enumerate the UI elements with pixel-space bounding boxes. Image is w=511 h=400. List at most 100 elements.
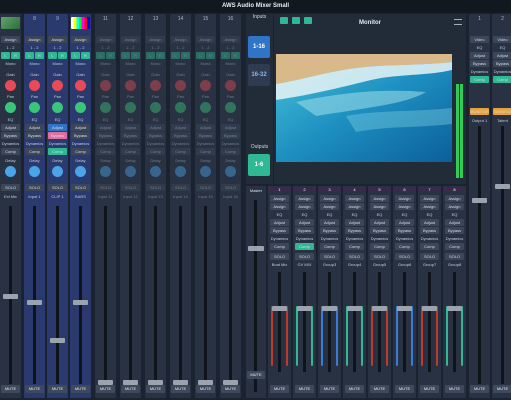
comp-button[interactable]: Comp: [270, 243, 289, 250]
solo-button[interactable]: SOLO: [420, 253, 439, 260]
mute-button[interactable]: MUTE: [395, 385, 414, 393]
eq-bypass-button[interactable]: Bypass: [96, 132, 115, 139]
eq-bypass-button[interactable]: Bypass: [1, 132, 20, 139]
solo-button[interactable]: SOLO: [121, 184, 140, 191]
eq-adjust-button[interactable]: Adjust: [493, 52, 511, 59]
solo-button[interactable]: SOLO: [320, 253, 339, 260]
assign-button-2[interactable]: Assign: [345, 203, 364, 210]
mute-button[interactable]: MUTE: [48, 385, 67, 393]
bank-1-16-button[interactable]: 1-16: [248, 36, 270, 58]
mono-toggle[interactable]: Mono: [195, 61, 216, 66]
delay-knob[interactable]: [100, 166, 111, 177]
comp-button[interactable]: Comp: [196, 148, 215, 155]
assign-button[interactable]: Assign: [71, 36, 90, 43]
pan-knob[interactable]: [200, 102, 211, 113]
channel-fader[interactable]: [3, 294, 18, 299]
outputs-1-6-button[interactable]: 1-6: [248, 154, 270, 176]
eq-bypass-button[interactable]: Bypass: [295, 227, 314, 234]
gain-knob[interactable]: [75, 80, 86, 91]
eq-adjust-button[interactable]: Adjust: [345, 219, 364, 226]
mute-button[interactable]: MUTE: [320, 385, 339, 393]
eq-bypass-button[interactable]: Bypass: [320, 227, 339, 234]
bus-selector[interactable]: 1 - 2: [47, 45, 68, 50]
pan-knob[interactable]: [225, 102, 236, 113]
mute-button[interactable]: MUTE: [493, 385, 511, 393]
left-button[interactable]: L: [196, 52, 205, 59]
assign-button[interactable]: Assign: [96, 36, 115, 43]
delay-knob[interactable]: [225, 166, 236, 177]
eq-bypass-button[interactable]: Bypass: [345, 227, 364, 234]
gain-knob[interactable]: [125, 80, 136, 91]
pan-knob[interactable]: [29, 102, 40, 113]
mono-toggle[interactable]: Mono: [47, 61, 68, 66]
eq-adjust-button[interactable]: Adjust: [196, 124, 215, 131]
bus-selector[interactable]: 1 - 2: [24, 45, 45, 50]
bus-selector[interactable]: 1 - 2: [95, 45, 116, 50]
mute-button[interactable]: MUTE: [270, 385, 289, 393]
comp-button[interactable]: Comp: [146, 148, 165, 155]
solo-button[interactable]: SOLO: [370, 253, 389, 260]
pan-knob[interactable]: [175, 102, 186, 113]
right-button[interactable]: R: [181, 52, 190, 59]
assign-button-2[interactable]: Assign: [295, 203, 314, 210]
right-button[interactable]: R: [131, 52, 140, 59]
pan-knob[interactable]: [100, 102, 111, 113]
mono-toggle[interactable]: Mono: [120, 61, 141, 66]
comp-button[interactable]: Comp: [420, 243, 439, 250]
assign-button-2[interactable]: Assign: [370, 203, 389, 210]
bus-selector[interactable]: 1 - 2: [170, 45, 191, 50]
eq-adjust-button[interactable]: Adjust: [171, 124, 190, 131]
mono-toggle[interactable]: Mono: [170, 61, 191, 66]
left-button[interactable]: L: [25, 52, 34, 59]
mono-toggle[interactable]: Mono: [145, 61, 166, 66]
pan-knob[interactable]: [75, 102, 86, 113]
mute-button[interactable]: MUTE: [470, 385, 489, 393]
mute-button[interactable]: MUTE: [25, 385, 44, 393]
comp-button[interactable]: Comp: [171, 148, 190, 155]
left-button[interactable]: L: [121, 52, 130, 59]
comp-button[interactable]: Comp: [395, 243, 414, 250]
right-button[interactable]: R: [35, 52, 44, 59]
eq-adjust-button[interactable]: Adjust: [221, 124, 240, 131]
solo-button[interactable]: SOLO: [270, 253, 289, 260]
mute-button[interactable]: MUTE: [171, 385, 190, 393]
group-fader[interactable]: [272, 306, 287, 311]
comp-button[interactable]: Comp: [370, 243, 389, 250]
eq-bypass-button[interactable]: Bypass: [370, 227, 389, 234]
left-button[interactable]: L: [146, 52, 155, 59]
left-button[interactable]: L: [48, 52, 57, 59]
delay-knob[interactable]: [150, 166, 161, 177]
bank-16-32-button[interactable]: 16-32: [248, 64, 270, 86]
eq-bypass-button[interactable]: Bypass: [270, 227, 289, 234]
right-button[interactable]: R: [106, 52, 115, 59]
eq-adjust-button[interactable]: Adjust: [25, 124, 44, 131]
solo-button[interactable]: SOLO: [48, 184, 67, 191]
solo-button[interactable]: SOLO: [395, 253, 414, 260]
solo-button[interactable]: SOLO: [146, 184, 165, 191]
output-fader[interactable]: [472, 198, 487, 203]
eq-adjust-button[interactable]: Adjust: [395, 219, 414, 226]
eq-bypass-button[interactable]: Bypass: [25, 132, 44, 139]
bus-selector[interactable]: 1 - 2: [220, 45, 241, 50]
assign-button[interactable]: Assign: [1, 36, 20, 43]
gain-knob[interactable]: [175, 80, 186, 91]
solo-button[interactable]: SOLO: [221, 184, 240, 191]
gain-knob[interactable]: [225, 80, 236, 91]
assign-button-2[interactable]: Assign: [395, 203, 414, 210]
output-fader[interactable]: [495, 184, 510, 189]
eq-bypass-button[interactable]: Bypass: [395, 227, 414, 234]
assign-button[interactable]: Assign: [171, 36, 190, 43]
right-button[interactable]: R: [58, 52, 67, 59]
eq-adjust-button[interactable]: Adjust: [96, 124, 115, 131]
pan-knob[interactable]: [150, 102, 161, 113]
comp-button[interactable]: Comp: [470, 76, 489, 83]
pan-knob[interactable]: [5, 102, 16, 113]
eq-bypass-button[interactable]: Bypass: [48, 132, 67, 139]
right-button[interactable]: R: [156, 52, 165, 59]
bus-selector[interactable]: 1 - 2: [145, 45, 166, 50]
assign-button[interactable]: Assign: [196, 36, 215, 43]
group-fader[interactable]: [397, 306, 412, 311]
mute-button[interactable]: MUTE: [295, 385, 314, 393]
solo-button[interactable]: SOLO: [196, 184, 215, 191]
eq-adjust-button[interactable]: Adjust: [445, 219, 464, 226]
